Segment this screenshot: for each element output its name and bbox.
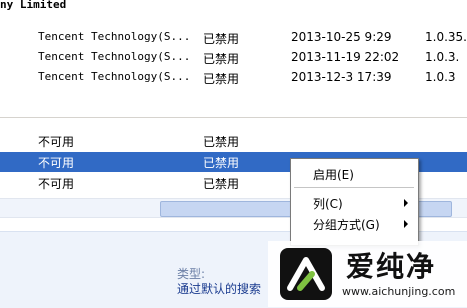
publisher-cell: Tencent Technology(S... [38,30,191,43]
publisher-cell: Tencent Technology(S... [38,50,191,63]
menu-item-label: 列(C) [313,197,343,211]
menu-item-columns[interactable]: 列(C) [291,192,418,212]
watermark-url: www.aichunjing.com [342,285,456,298]
context-menu: 启用(E) 列(C) 分组方式(G) [290,158,419,246]
status-cell: 已禁用 [203,32,240,46]
date-cell: 2013-10-25 9:29 [291,30,392,44]
menu-item-label: 分组方式(G) [313,218,380,232]
list-row[interactable]: Tencent Technology(S... 已禁用 2013-11-19 2… [0,48,467,68]
status-cell: 已禁用 [203,135,240,149]
header-strip: ny Limited [0,0,467,16]
status-cell: 已禁用 [203,52,240,66]
status-cell: 已禁用 [203,156,240,170]
watermark: 爱纯净 www.aichunjing.com [268,241,467,307]
publisher-cell: 不可用 [38,156,75,170]
menu-item-enable[interactable]: 启用(E) [291,163,418,183]
company-name-header: ny Limited [0,0,67,11]
version-cell: 1.0.3 [425,70,456,84]
menu-item-group-by[interactable]: 分组方式(G) [291,213,418,233]
publisher-cell: 不可用 [38,177,75,191]
group-divider [0,117,467,118]
list-row[interactable]: Tencent Technology(S... 已禁用 2013-10-25 9… [0,28,467,48]
status-cell: 已禁用 [203,72,240,86]
watermark-text: 爱纯净 [346,250,437,283]
publisher-cell: 不可用 [38,135,75,149]
status-cell: 已禁用 [203,177,240,191]
version-cell: 1.0.3. [425,50,460,64]
submenu-arrow-icon [404,220,408,228]
date-cell: 2013-11-19 22:02 [291,50,400,64]
description-text: 通过默认的搜索 [177,282,262,296]
brand-logo-icon [280,248,332,300]
version-cell: 1.0.35. [425,30,467,44]
menu-separator [294,187,414,188]
publisher-cell: Tencent Technology(S... [38,70,191,83]
submenu-arrow-icon [404,199,408,207]
list-row[interactable]: Tencent Technology(S... 已禁用 2013-12-3 17… [0,68,467,88]
date-cell: 2013-12-3 17:39 [291,70,392,84]
menu-item-label: 启用(E) [313,168,354,182]
list-row[interactable]: 不可用 已禁用 [0,131,467,151]
